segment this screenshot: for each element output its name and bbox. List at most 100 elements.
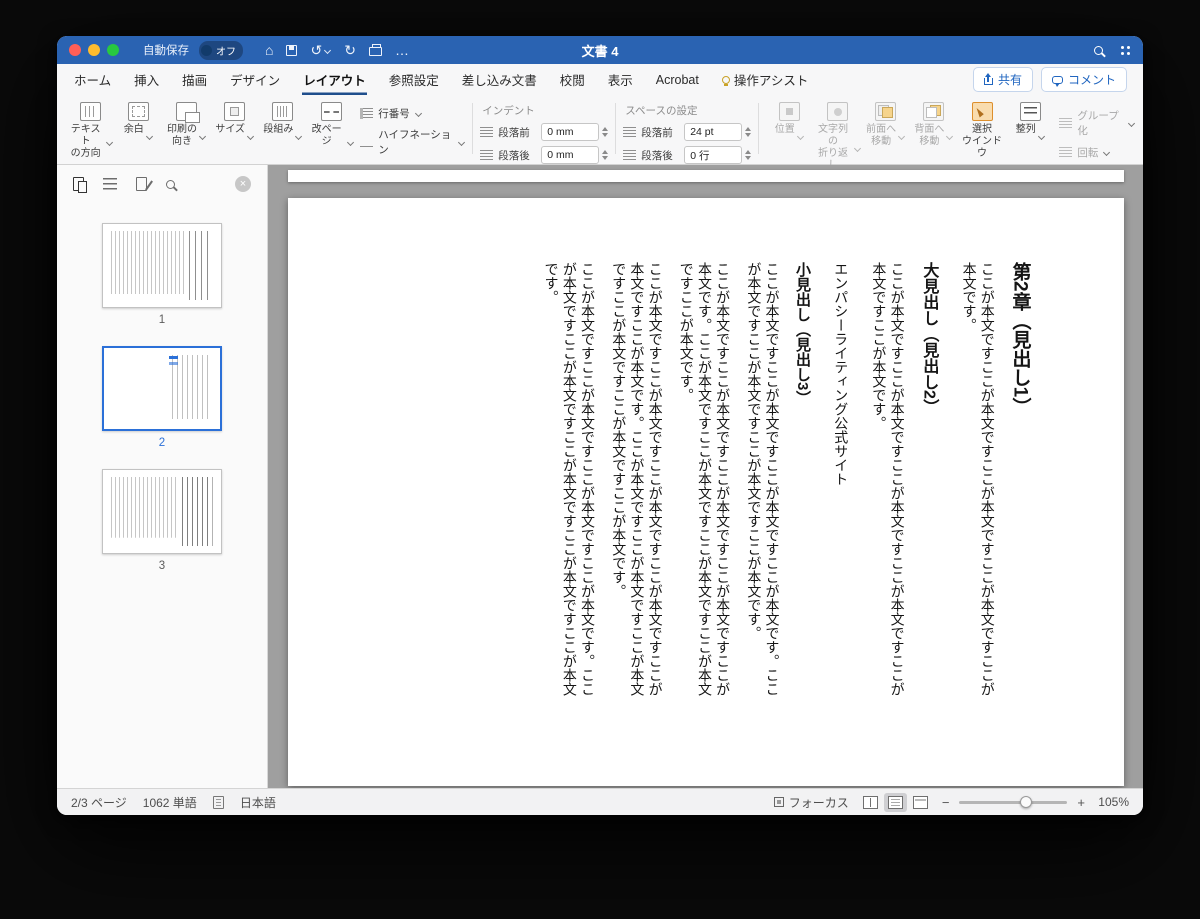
tab-review[interactable]: 校閲 <box>559 64 586 95</box>
page-thumbnail-2[interactable] <box>102 346 222 431</box>
minimize-window-button[interactable] <box>88 44 100 56</box>
line-numbers-button[interactable]: 行番号 <box>360 106 465 121</box>
undo-icon[interactable]: ↺ <box>310 43 322 57</box>
stepper-arrows-icon[interactable] <box>602 127 609 137</box>
page-break-button[interactable]: 改ページ <box>308 98 354 160</box>
align-icon <box>1019 102 1041 121</box>
web-layout-button[interactable] <box>909 793 932 812</box>
rotate-button[interactable]: 回転 <box>1059 145 1135 160</box>
navigation-pane: × 1 2 3 <box>57 165 268 788</box>
text-direction-icon <box>79 102 101 121</box>
language-indicator[interactable]: 日本語 <box>240 794 276 811</box>
text-direction-button[interactable]: テキスト の方向 <box>67 98 113 160</box>
group-divider <box>615 103 617 154</box>
home-icon[interactable]: ⌂ <box>265 43 273 57</box>
indent-group: インデント 段落前 0 mm 段落後 0 mm <box>480 98 609 164</box>
chevron-down-icon <box>295 133 302 140</box>
chevron-down-icon[interactable] <box>324 47 331 54</box>
group-objects-icon <box>1059 117 1073 129</box>
chevron-down-icon <box>458 139 465 146</box>
send-backward-button[interactable]: 背面へ 移動 <box>911 98 957 148</box>
read-mode-button[interactable] <box>859 793 882 812</box>
previous-page-edge <box>287 170 1124 182</box>
stepper-arrows-icon[interactable] <box>745 127 752 137</box>
web-layout-icon <box>912 795 928 809</box>
print-layout-button[interactable] <box>883 792 907 812</box>
indent-before-input[interactable]: 0 mm <box>541 123 600 141</box>
thumbnails-view-icon[interactable] <box>73 177 87 193</box>
tab-design[interactable]: デザイン <box>229 64 281 95</box>
print-layout-icon <box>887 795 903 809</box>
read-mode-icon <box>862 795 878 809</box>
app-options-icon[interactable] <box>1119 44 1131 56</box>
tab-view[interactable]: 表示 <box>607 64 634 95</box>
sidebar-search-icon[interactable] <box>166 179 175 189</box>
group-objects-button[interactable]: グループ化 <box>1059 108 1135 138</box>
position-button[interactable]: 位置 <box>766 98 812 148</box>
tab-draw[interactable]: 描画 <box>181 64 208 95</box>
bring-forward-button[interactable]: 前面へ 移動 <box>863 98 909 148</box>
line-numbers-icon <box>360 108 374 119</box>
tab-layout[interactable]: レイアウト <box>302 64 367 95</box>
columns-icon <box>272 102 294 121</box>
more-commands-icon[interactable]: … <box>395 43 409 57</box>
tab-tell-me[interactable]: 操作アシスト <box>721 64 810 95</box>
zoom-window-button[interactable] <box>107 44 119 56</box>
chevron-down-icon <box>1128 120 1135 127</box>
page-indicator[interactable]: 2/3 ページ <box>71 794 127 811</box>
document-canvas[interactable]: 第2章（見出し1） ここが本文ですここが本文ですここが本文ですここが本文ですここ… <box>268 165 1143 788</box>
print-icon[interactable] <box>368 44 382 56</box>
zoom-in-icon[interactable]: + <box>1077 795 1085 810</box>
share-icon <box>983 73 993 85</box>
autosave-toggle[interactable]: オフ <box>199 40 243 60</box>
status-bar: 2/3 ページ 1062 単語 日本語 フォーカス − + 105% <box>57 788 1143 815</box>
tab-mailings[interactable]: 差し込み文書 <box>461 64 538 95</box>
hyphenation-button[interactable]: ハイフネーション <box>360 127 465 157</box>
page-number-3: 3 <box>158 560 166 572</box>
heading-3: 小見出し（見出し3） <box>794 262 812 406</box>
margins-button[interactable]: 余白 <box>115 98 161 148</box>
page-setup-group: テキスト の方向 余白 印刷の 向き サイズ 段組み 改ページ 行番号 ハイフネ… <box>67 98 465 159</box>
page-size-button[interactable]: サイズ <box>212 98 258 148</box>
page-thumbnail-1[interactable] <box>102 223 222 308</box>
zoom-out-icon[interactable]: − <box>942 795 950 810</box>
vertical-text-body[interactable]: 第2章（見出し1） ここが本文ですここが本文ですここが本文ですここが本文ですここ… <box>342 262 1032 704</box>
headings-view-icon[interactable] <box>103 178 117 190</box>
page-break-icon <box>320 102 342 121</box>
page-size-icon <box>224 102 246 121</box>
redo-icon[interactable]: ↻ <box>344 43 356 57</box>
close-pane-icon[interactable]: × <box>235 176 251 192</box>
zoom-slider[interactable] <box>959 795 1068 808</box>
thumbnail-content <box>112 355 212 422</box>
tab-insert[interactable]: 挿入 <box>133 64 160 95</box>
wrap-text-button[interactable]: 文字列の折り返し <box>814 98 860 172</box>
tab-acrobat[interactable]: Acrobat <box>655 64 700 95</box>
titlebar: 自動保存 オフ ⌂ ↺ ↻ … 文書 4 <box>57 36 1143 64</box>
comments-button[interactable]: コメント <box>1040 67 1127 92</box>
tab-references[interactable]: 参照設定 <box>388 64 440 95</box>
indent-after-input[interactable]: 0 mm <box>541 146 600 164</box>
comments-view-icon[interactable] <box>136 177 147 191</box>
align-button[interactable]: 整列 <box>1007 98 1053 148</box>
proofing-icon[interactable] <box>212 795 224 809</box>
spacing-after-icon <box>623 149 637 161</box>
word-count[interactable]: 1062 単語 <box>143 794 197 811</box>
spacing-before-input[interactable]: 24 pt <box>684 123 743 141</box>
page-thumbnail-3[interactable] <box>102 469 222 554</box>
save-icon[interactable] <box>286 44 298 56</box>
zoom-level[interactable]: 105% <box>1095 795 1129 809</box>
columns-button[interactable]: 段組み <box>260 98 306 148</box>
spacing-group: スペースの設定 段落前 24 pt 段落後 0 行 <box>623 98 752 164</box>
tab-home[interactable]: ホーム <box>73 64 112 95</box>
focus-mode-button[interactable]: フォーカス <box>773 794 849 811</box>
search-icon[interactable] <box>1094 45 1103 55</box>
stepper-arrows-icon[interactable] <box>745 150 752 160</box>
share-button[interactable]: 共有 <box>972 67 1033 92</box>
stepper-arrows-icon[interactable] <box>602 150 609 160</box>
zoom-slider-thumb[interactable] <box>1019 795 1032 808</box>
document-page[interactable]: 第2章（見出し1） ここが本文ですここが本文ですここが本文ですここが本文ですここ… <box>287 198 1124 786</box>
selection-pane-button[interactable]: 選択 ウインドウ <box>959 98 1005 160</box>
orientation-button[interactable]: 印刷の 向き <box>163 98 209 148</box>
spacing-after-input[interactable]: 0 行 <box>684 146 743 164</box>
close-window-button[interactable] <box>69 44 81 56</box>
